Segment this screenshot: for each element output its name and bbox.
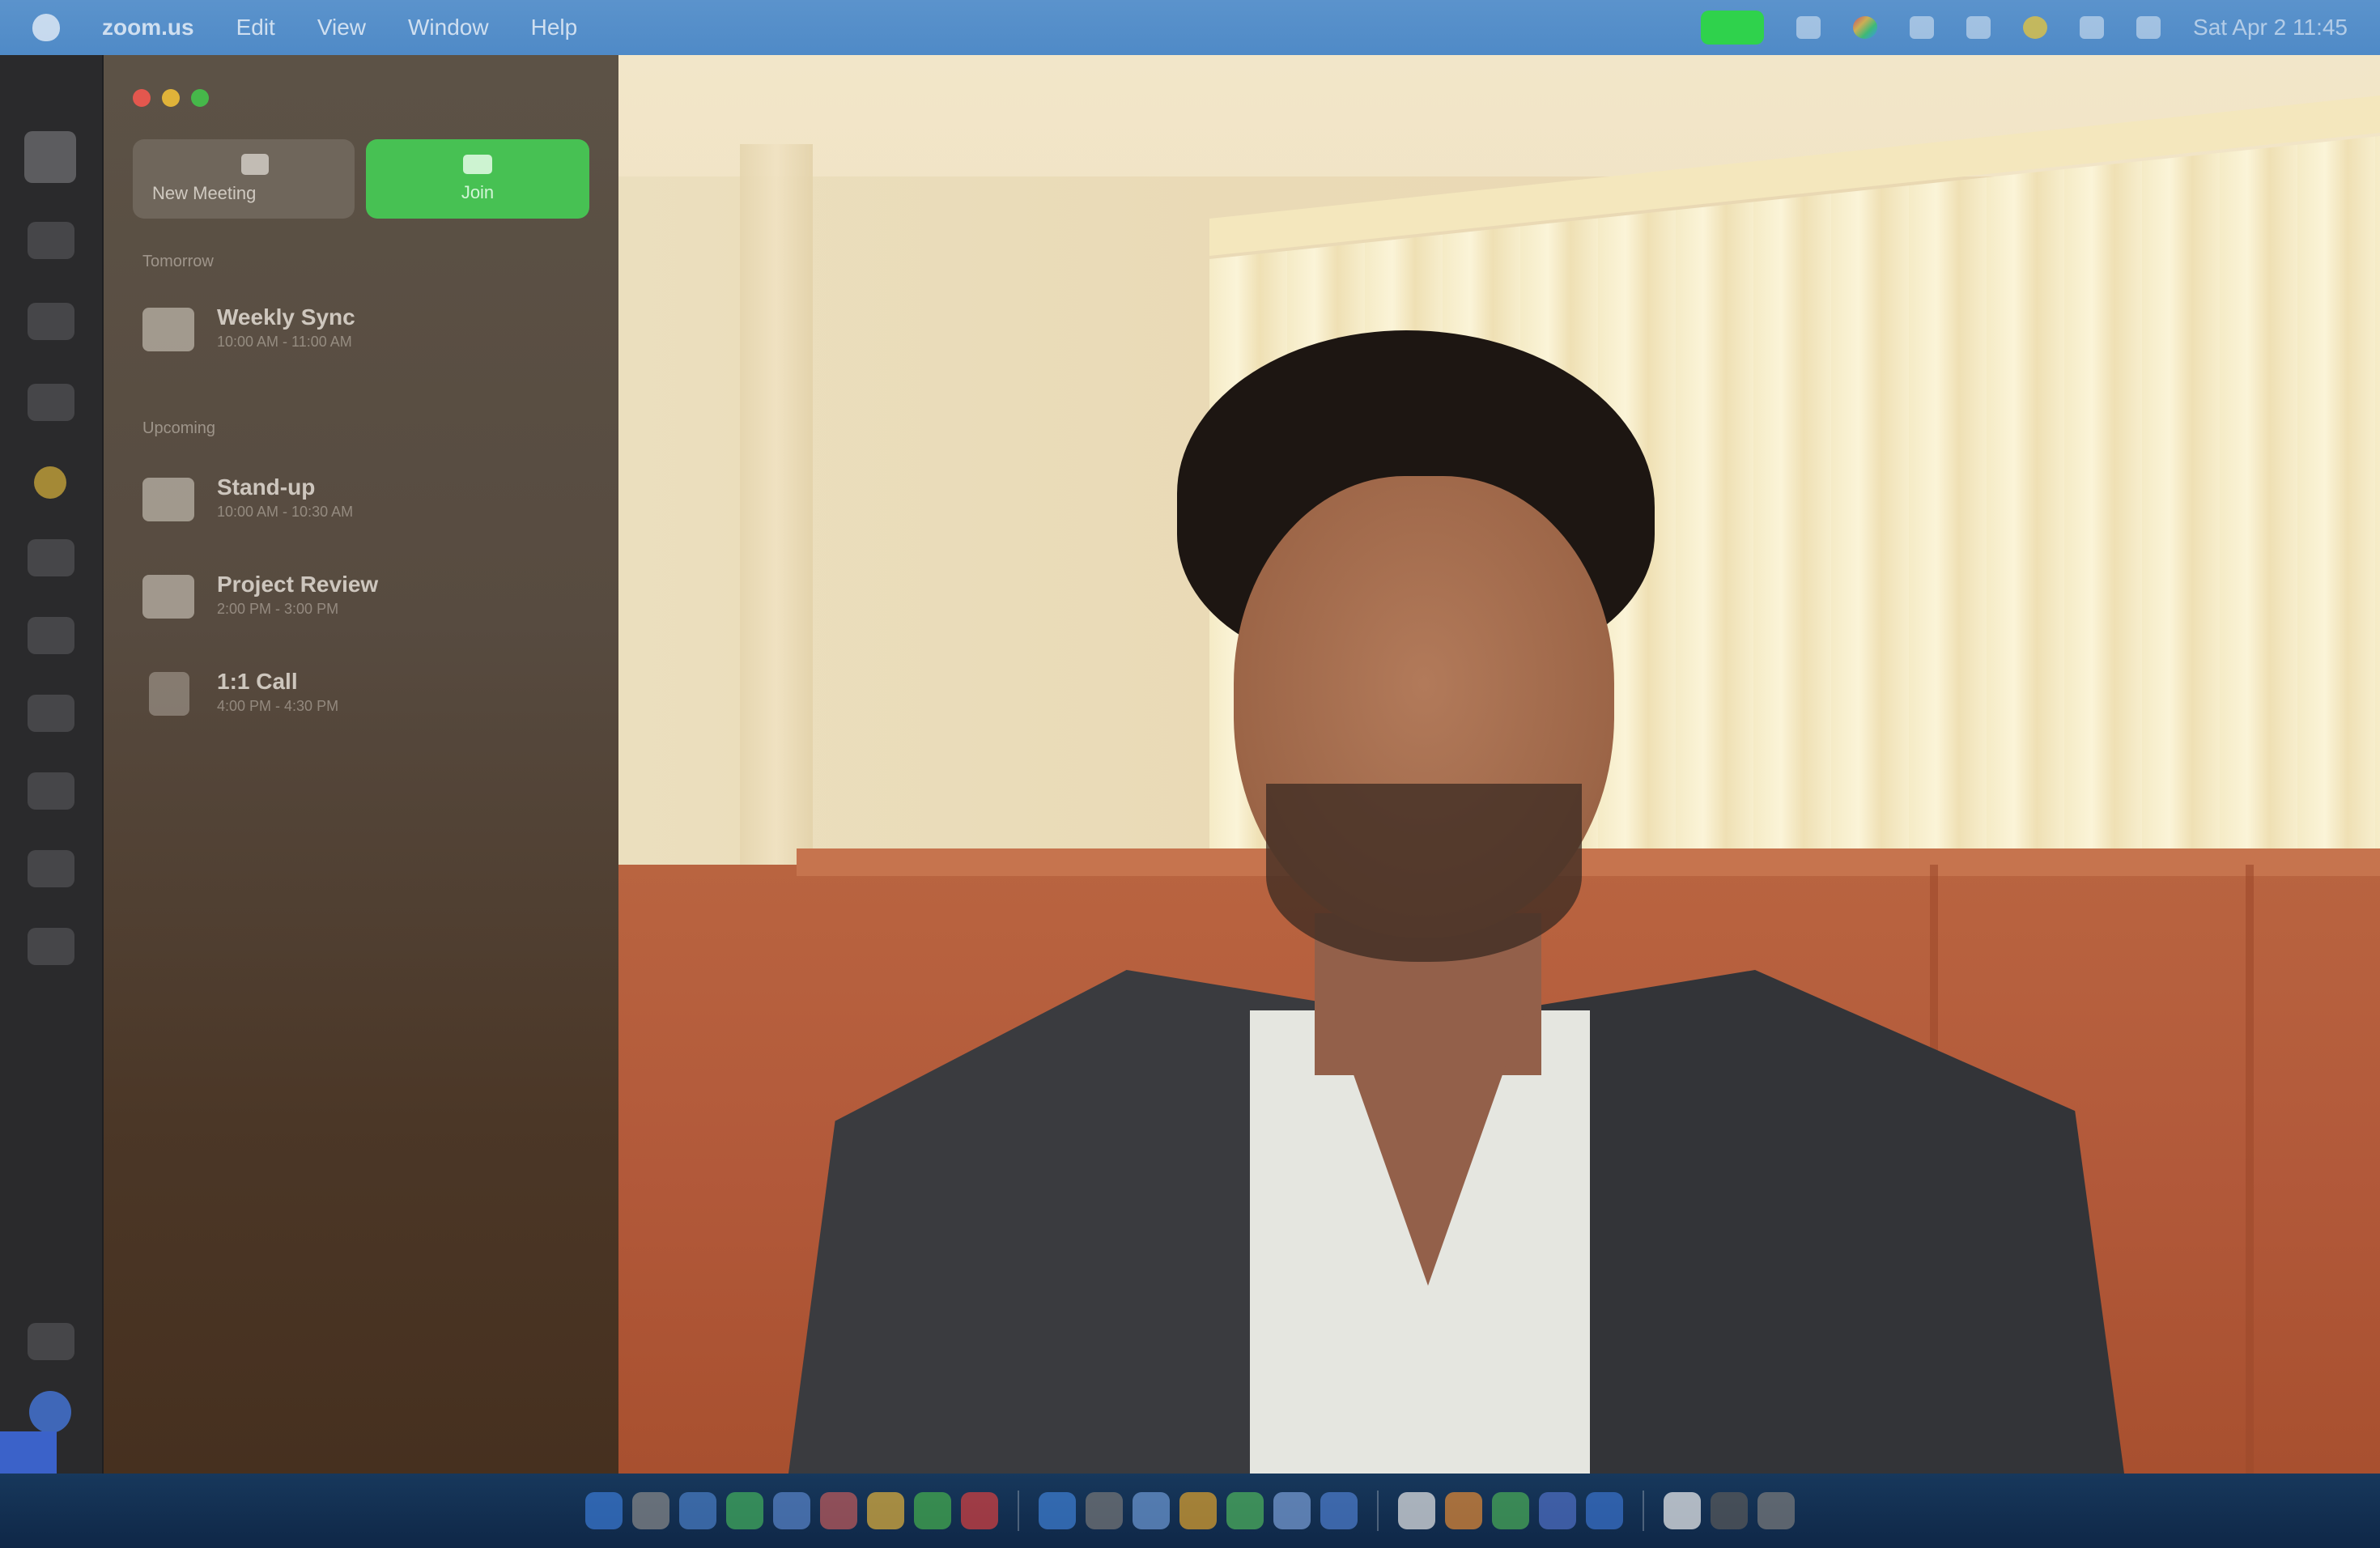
- menu-window[interactable]: Window: [408, 15, 489, 40]
- dock-separator: [1018, 1491, 1019, 1531]
- whiteboard-icon[interactable]: [28, 695, 74, 732]
- menu-app-name[interactable]: zoom.us: [102, 15, 194, 40]
- apple-icon[interactable]: [32, 14, 60, 41]
- section-label-tomorrow: Tomorrow: [142, 253, 214, 270]
- dock-app-icon[interactable]: [867, 1492, 904, 1529]
- dock-app-icon[interactable]: [679, 1492, 716, 1529]
- beard: [1266, 784, 1582, 962]
- avatar-icon[interactable]: [29, 1391, 71, 1433]
- meeting-title: Weekly Sync: [217, 304, 355, 330]
- join-button[interactable]: Join: [366, 139, 589, 219]
- clock-icon: [149, 672, 189, 716]
- contacts-icon[interactable]: [28, 384, 74, 421]
- calendar-icon: [142, 575, 194, 619]
- menu-bar: zoom.us Edit View Window Help Sat Apr 2 …: [0, 0, 2380, 55]
- calendar-icon: [142, 308, 194, 351]
- battery-icon[interactable]: [1910, 16, 1935, 39]
- menu-view[interactable]: View: [317, 15, 366, 40]
- home-icon[interactable]: [24, 131, 76, 183]
- dock: [0, 1474, 2380, 1548]
- new-meeting-label: New Meeting: [152, 183, 257, 203]
- dock-app-icon[interactable]: [1586, 1492, 1623, 1529]
- plus-icon: [463, 155, 492, 174]
- dock-app-icon[interactable]: [585, 1492, 623, 1529]
- video-preview: [618, 55, 2380, 1474]
- menu-clock[interactable]: Sat Apr 2 11:45: [2193, 15, 2348, 40]
- calendar-icon: [142, 478, 194, 521]
- dock-app-icon[interactable]: [1711, 1492, 1748, 1529]
- dock-app-icon[interactable]: [1226, 1492, 1264, 1529]
- meeting-time: 10:00 AM - 11:00 AM: [217, 334, 352, 350]
- meeting-time: 2:00 PM - 3:00 PM: [217, 601, 339, 617]
- airplay-icon[interactable]: [1796, 16, 1821, 39]
- dock-app-icon[interactable]: [820, 1492, 857, 1529]
- status-strip: [0, 1431, 57, 1474]
- meeting-time: 10:00 AM - 10:30 AM: [217, 504, 354, 520]
- more-icon[interactable]: [28, 928, 74, 965]
- dock-separator: [1377, 1491, 1379, 1531]
- chrome-tray-icon[interactable]: [1853, 16, 1878, 39]
- dock-apps: [585, 1491, 1795, 1531]
- section-label-upcoming: Upcoming: [142, 419, 216, 437]
- home-panel: New Meeting Join Tomorrow Weekly Sync 10…: [104, 55, 618, 1474]
- dock-app-icon[interactable]: [1039, 1492, 1076, 1529]
- zoom-window: New Meeting Join Tomorrow Weekly Sync 10…: [0, 55, 2380, 1474]
- meeting-title: 1:1 Call: [217, 669, 298, 694]
- wifi-icon[interactable]: [1966, 16, 1991, 39]
- dock-app-icon[interactable]: [1492, 1492, 1529, 1529]
- video-camera-icon: [241, 154, 269, 175]
- menu-edit[interactable]: Edit: [236, 15, 275, 40]
- dock-app-icon[interactable]: [914, 1492, 951, 1529]
- apps-icon[interactable]: [28, 539, 74, 576]
- jacket: [1509, 970, 2124, 1474]
- mail-icon[interactable]: [28, 850, 74, 887]
- dock-app-icon[interactable]: [1320, 1492, 1358, 1529]
- meeting-title: Stand-up: [217, 474, 316, 500]
- meeting-item[interactable]: Stand-up 10:00 AM - 10:30 AM: [142, 470, 580, 542]
- search-icon[interactable]: [2080, 16, 2105, 39]
- meeting-time: 4:00 PM - 4:30 PM: [217, 698, 339, 714]
- meetings-icon[interactable]: [28, 303, 74, 340]
- fullscreen-window-icon[interactable]: [191, 89, 209, 107]
- dock-app-icon[interactable]: [961, 1492, 998, 1529]
- star-icon[interactable]: [34, 466, 66, 499]
- meeting-item[interactable]: Weekly Sync 10:00 AM - 11:00 AM: [142, 300, 580, 372]
- navigation-rail: [0, 55, 104, 1474]
- meeting-item[interactable]: Project Review 2:00 PM - 3:00 PM: [142, 567, 580, 640]
- meeting-title: Project Review: [217, 572, 379, 597]
- new-meeting-button[interactable]: New Meeting: [133, 139, 355, 219]
- dock-app-icon[interactable]: [1179, 1492, 1217, 1529]
- notes-icon[interactable]: [28, 772, 74, 810]
- dock-app-icon[interactable]: [726, 1492, 763, 1529]
- dock-app-icon[interactable]: [1398, 1492, 1435, 1529]
- menu-help[interactable]: Help: [531, 15, 578, 40]
- settings-icon[interactable]: [28, 1323, 74, 1360]
- meeting-item[interactable]: 1:1 Call 4:00 PM - 4:30 PM: [142, 664, 580, 737]
- dock-app-icon[interactable]: [1133, 1492, 1170, 1529]
- window-controls: [133, 89, 209, 107]
- join-label: Join: [461, 182, 495, 202]
- close-window-icon[interactable]: [133, 89, 151, 107]
- screen-recording-status-icon[interactable]: [1701, 11, 1765, 45]
- dock-app-icon[interactable]: [1757, 1492, 1795, 1529]
- dock-app-icon[interactable]: [632, 1492, 669, 1529]
- dock-app-icon[interactable]: [1273, 1492, 1311, 1529]
- dock-separator: [1643, 1491, 1644, 1531]
- emoji-tray-icon[interactable]: [2023, 16, 2048, 39]
- dock-app-icon[interactable]: [1664, 1492, 1701, 1529]
- dock-app-icon[interactable]: [1086, 1492, 1123, 1529]
- dock-app-icon[interactable]: [1445, 1492, 1482, 1529]
- dock-app-icon[interactable]: [1539, 1492, 1576, 1529]
- minimize-window-icon[interactable]: [162, 89, 180, 107]
- control-center-icon[interactable]: [2136, 16, 2161, 39]
- chat-icon[interactable]: [28, 222, 74, 259]
- person: [618, 55, 2380, 1474]
- dock-app-icon[interactable]: [773, 1492, 810, 1529]
- phone-icon[interactable]: [28, 617, 74, 654]
